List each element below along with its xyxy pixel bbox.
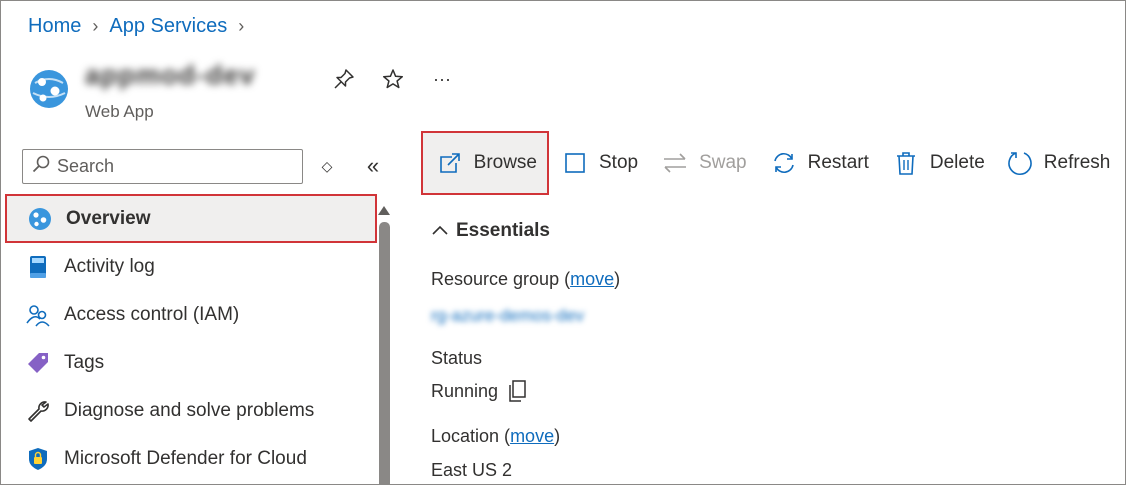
status-value-row: Running bbox=[431, 379, 528, 403]
breadcrumb: Home › App Services › bbox=[28, 15, 255, 38]
sidebar-item-label: Activity log bbox=[64, 256, 155, 277]
sidebar-item-access-control[interactable]: Access control (IAM) bbox=[5, 291, 377, 339]
activity-log-icon bbox=[25, 254, 51, 280]
resource-group-label: Resource group (move) bbox=[431, 269, 621, 289]
header-actions: ··· bbox=[331, 66, 455, 92]
trash-icon bbox=[893, 150, 919, 176]
people-icon bbox=[25, 302, 51, 328]
app-service-icon bbox=[27, 206, 53, 232]
swap-label: Swap bbox=[699, 152, 747, 173]
breadcrumb-app-services[interactable]: App Services bbox=[109, 15, 227, 38]
tag-icon bbox=[25, 350, 51, 376]
sidebar-item-label: Diagnose and solve problems bbox=[64, 400, 315, 421]
restart-icon bbox=[771, 150, 797, 176]
essentials-heading: Essentials bbox=[456, 220, 550, 241]
breadcrumb-home[interactable]: Home bbox=[28, 15, 81, 38]
swap-button[interactable]: Swap bbox=[662, 131, 747, 195]
wrench-icon bbox=[25, 398, 51, 424]
shield-icon bbox=[25, 446, 51, 472]
stop-label: Stop bbox=[599, 152, 639, 173]
expand-collapse-icon[interactable]: ◇ bbox=[317, 153, 337, 179]
search-input[interactable] bbox=[57, 156, 287, 177]
sidebar-item-label: Access control (IAM) bbox=[64, 304, 240, 325]
sidebar-scrollbar[interactable] bbox=[379, 222, 390, 484]
sidebar-item-label: Microsoft Defender for Cloud bbox=[64, 448, 307, 469]
stop-button[interactable]: Stop bbox=[562, 131, 638, 195]
resource-group-link[interactable]: rg-azure-demos-dev bbox=[431, 306, 584, 326]
sidebar-nav: Overview Activity log Access control (IA… bbox=[5, 194, 377, 483]
status-value: Running bbox=[431, 380, 499, 401]
more-icon[interactable]: ··· bbox=[429, 66, 455, 92]
status-label: Status bbox=[431, 348, 483, 368]
sidebar-item-label: Overview bbox=[66, 207, 151, 229]
chevron-right-icon: › bbox=[92, 16, 99, 36]
sidebar-item-defender[interactable]: Microsoft Defender for Cloud bbox=[5, 435, 377, 483]
essentials-toggle[interactable]: Essentials bbox=[431, 220, 550, 242]
refresh-label: Refresh bbox=[1043, 152, 1111, 173]
pin-icon[interactable] bbox=[331, 66, 357, 92]
swap-icon bbox=[662, 150, 688, 176]
star-icon[interactable] bbox=[380, 66, 406, 92]
sidebar-item-diagnose[interactable]: Diagnose and solve problems bbox=[5, 387, 377, 435]
restart-label: Restart bbox=[807, 152, 869, 173]
sidebar-item-label: Tags bbox=[64, 352, 105, 373]
location-move-link[interactable]: move bbox=[510, 426, 554, 446]
search-box[interactable] bbox=[22, 149, 303, 184]
collapse-menu-icon[interactable]: « bbox=[363, 153, 383, 179]
scroll-up-arrow-icon[interactable] bbox=[378, 206, 390, 215]
delete-label: Delete bbox=[929, 152, 985, 173]
refresh-icon bbox=[1007, 150, 1033, 176]
resource-group-move-link[interactable]: move bbox=[570, 269, 614, 289]
resource-type: Web App bbox=[85, 102, 154, 121]
restart-button[interactable]: Restart bbox=[771, 131, 869, 195]
location-value: East US 2 bbox=[431, 460, 513, 480]
copy-icon[interactable] bbox=[506, 379, 528, 403]
resource-name: appmod-dev bbox=[85, 60, 256, 90]
chevron-right-icon: › bbox=[238, 16, 245, 36]
delete-button[interactable]: Delete bbox=[893, 131, 985, 195]
browse-label: Browse bbox=[473, 152, 537, 173]
search-icon bbox=[31, 154, 51, 179]
chevron-up-icon bbox=[431, 220, 449, 242]
sidebar-item-tags[interactable]: Tags bbox=[5, 339, 377, 387]
web-app-icon bbox=[29, 69, 69, 109]
location-label: Location (move) bbox=[431, 426, 561, 446]
portal-frame: Home › App Services › appmod-dev Web App… bbox=[0, 0, 1126, 485]
nav-tools: ◇ « bbox=[317, 153, 383, 179]
refresh-button[interactable]: Refresh bbox=[1007, 131, 1111, 195]
command-bar: Browse Stop Swap Restart Delete Refresh bbox=[421, 131, 1110, 195]
stop-icon bbox=[562, 150, 588, 176]
open-external-icon bbox=[438, 150, 463, 176]
browse-button[interactable]: Browse bbox=[421, 131, 549, 195]
sidebar-item-overview[interactable]: Overview bbox=[5, 194, 377, 243]
sidebar-item-activity-log[interactable]: Activity log bbox=[5, 243, 377, 291]
